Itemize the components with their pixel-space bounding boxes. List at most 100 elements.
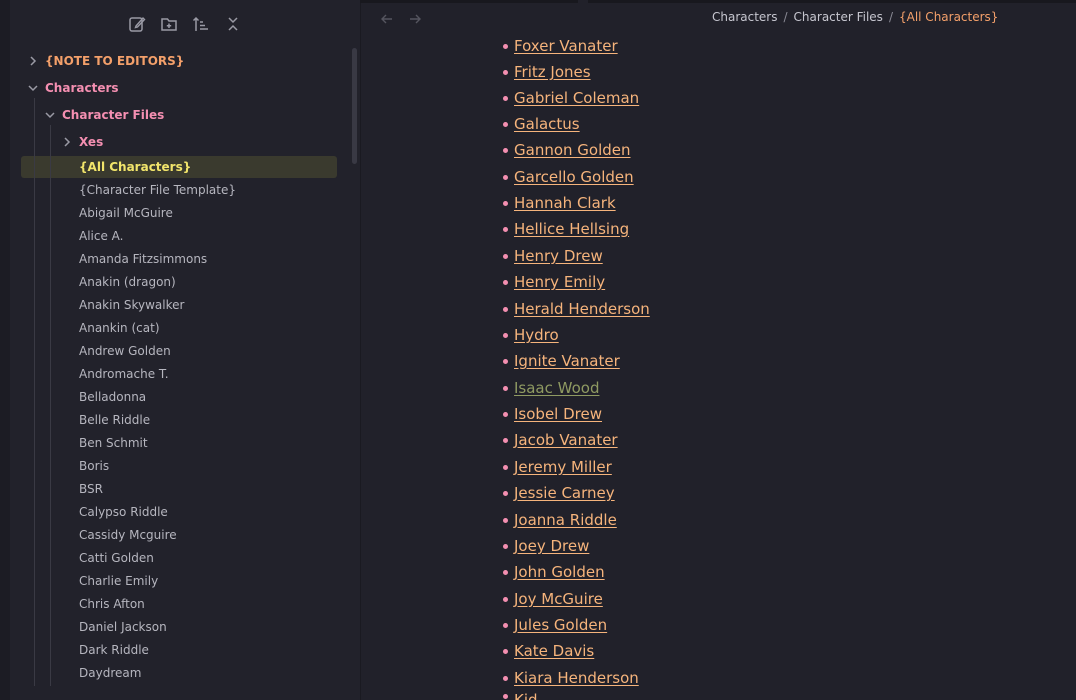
internal-link[interactable]: Henry Drew bbox=[514, 247, 603, 265]
new-note-button[interactable] bbox=[123, 10, 151, 38]
internal-link[interactable]: Fritz Jones bbox=[514, 63, 591, 81]
list-item: Jacob Vanater bbox=[500, 428, 800, 452]
list-item: Herald Henderson bbox=[500, 297, 800, 321]
internal-link[interactable]: Gabriel Coleman bbox=[514, 89, 639, 107]
internal-link[interactable]: Joey Drew bbox=[514, 537, 589, 555]
tree-file[interactable]: Abigail McGuire bbox=[79, 202, 173, 224]
tree-file[interactable]: BSR bbox=[79, 478, 103, 500]
tree-file[interactable]: Amanda Fitzsimmons bbox=[79, 248, 207, 270]
breadcrumb-separator: / bbox=[888, 10, 893, 24]
internal-link[interactable]: Jacob Vanater bbox=[514, 431, 618, 449]
bullet-dot bbox=[503, 622, 508, 628]
list-item: Henry Emily bbox=[500, 270, 800, 294]
internal-link[interactable]: Kate Davis bbox=[514, 642, 594, 660]
internal-link[interactable]: Herald Henderson bbox=[514, 300, 650, 318]
internal-link[interactable]: Jules Golden bbox=[514, 616, 607, 634]
bullet-dot bbox=[503, 121, 508, 127]
internal-link[interactable]: Gannon Golden bbox=[514, 141, 631, 159]
bullet-dot bbox=[503, 464, 508, 470]
tree-file[interactable]: Calypso Riddle bbox=[79, 501, 168, 523]
internal-link[interactable]: Joanna Riddle bbox=[514, 511, 617, 529]
chevron-down-icon[interactable] bbox=[44, 109, 56, 121]
bullet-dot bbox=[503, 332, 508, 338]
internal-link[interactable]: Jessie Carney bbox=[514, 484, 615, 502]
tree-file[interactable]: Daniel Jackson bbox=[79, 616, 167, 638]
tree-file[interactable]: Chris Afton bbox=[79, 593, 145, 615]
internal-link[interactable]: Joy McGuire bbox=[514, 590, 603, 608]
arrow-left-icon[interactable] bbox=[379, 11, 395, 27]
bullet-dot bbox=[503, 385, 508, 391]
tree-folder-xes[interactable]: Xes bbox=[79, 131, 103, 153]
chevron-right-icon[interactable] bbox=[27, 55, 39, 67]
tree-folder-characters[interactable]: Characters bbox=[45, 77, 119, 99]
bullet-dot bbox=[503, 411, 508, 417]
tree-file[interactable]: Catti Golden bbox=[79, 547, 154, 569]
bullet-dot bbox=[503, 95, 508, 101]
bullet-dot bbox=[503, 543, 508, 549]
tree-file[interactable]: Andromache T. bbox=[79, 363, 169, 385]
bullet-dot bbox=[503, 596, 508, 602]
internal-link[interactable]: John Golden bbox=[514, 563, 605, 581]
tree-file[interactable]: Charlie Emily bbox=[79, 570, 158, 592]
pane-divider[interactable] bbox=[360, 0, 361, 700]
tree-file[interactable]: Alice A. bbox=[79, 225, 123, 247]
list-item: Joanna Riddle bbox=[500, 508, 800, 532]
bullet-dot bbox=[503, 675, 508, 681]
bullet-dot bbox=[503, 648, 508, 654]
tree-file[interactable]: {Character File Template} bbox=[79, 179, 236, 201]
list-item: Ignite Vanater bbox=[500, 349, 800, 373]
explorer-toolbar bbox=[10, 10, 360, 38]
internal-link[interactable]: Henry Emily bbox=[514, 273, 605, 291]
tree-file[interactable]: Andrew Golden bbox=[79, 340, 171, 362]
bullet-dot bbox=[503, 569, 508, 575]
list-item: Foxer Vanater bbox=[500, 34, 800, 58]
internal-link[interactable]: Foxer Vanater bbox=[514, 37, 618, 55]
tree-folder-character-files[interactable]: Character Files bbox=[62, 104, 164, 126]
tree-folder-note-to-editors[interactable]: {NOTE TO EDITORS} bbox=[45, 50, 184, 72]
sort-button[interactable] bbox=[187, 10, 215, 38]
breadcrumb-item[interactable]: Character Files bbox=[794, 10, 883, 28]
internal-link[interactable]: Hellice Hellsing bbox=[514, 220, 629, 238]
tree-file[interactable]: Ben Schmit bbox=[79, 432, 148, 454]
tree-file[interactable]: Belle Riddle bbox=[79, 409, 150, 431]
tree-file[interactable]: Boris bbox=[79, 455, 109, 477]
tree-file[interactable]: Anakin (dragon) bbox=[79, 271, 176, 293]
bullet-dot bbox=[503, 200, 508, 206]
tree-file[interactable]: Anankin (cat) bbox=[79, 317, 160, 339]
internal-link[interactable]: Jeremy Miller bbox=[514, 458, 612, 476]
collapse-all-button[interactable] bbox=[219, 10, 247, 38]
bullet-dot bbox=[503, 306, 508, 312]
internal-link-visited[interactable]: Isaac Wood bbox=[514, 379, 599, 397]
bullet-dot bbox=[503, 517, 508, 523]
list-item: Isaac Wood bbox=[500, 376, 800, 400]
new-folder-button[interactable] bbox=[155, 10, 183, 38]
internal-link[interactable]: Galactus bbox=[514, 115, 580, 133]
internal-link[interactable]: Isobel Drew bbox=[514, 405, 602, 423]
arrow-right-icon[interactable] bbox=[407, 11, 423, 27]
bullet-dot bbox=[503, 226, 508, 232]
tree-file[interactable]: Belladonna bbox=[79, 386, 146, 408]
internal-link[interactable]: Kiara Henderson bbox=[514, 669, 639, 687]
breadcrumb-separator: / bbox=[783, 10, 788, 24]
tree-file[interactable]: Daydream bbox=[79, 662, 141, 684]
bullet-dot bbox=[503, 279, 508, 285]
internal-link[interactable]: Hannah Clark bbox=[514, 194, 616, 212]
bullet-dot bbox=[503, 358, 508, 364]
tree-file[interactable]: Dark Riddle bbox=[79, 639, 149, 661]
file-explorer-sidebar: {NOTE TO EDITORS} Characters Character F… bbox=[10, 0, 360, 700]
breadcrumb-current[interactable]: {All Characters} bbox=[899, 10, 998, 28]
breadcrumb-item[interactable]: Characters bbox=[712, 10, 778, 28]
internal-link[interactable]: Hydro bbox=[514, 326, 559, 344]
tree-file[interactable]: Anakin Skywalker bbox=[79, 294, 184, 316]
list-item: Fritz Jones bbox=[500, 60, 800, 84]
tree-file-all-characters[interactable]: {All Characters} bbox=[79, 156, 191, 178]
tree-guide-character-files bbox=[50, 125, 51, 686]
chevron-right-icon[interactable] bbox=[61, 136, 73, 148]
chevron-down-icon[interactable] bbox=[27, 82, 39, 94]
internal-link[interactable]: Ignite Vanater bbox=[514, 352, 620, 370]
tree-file[interactable]: Cassidy Mcguire bbox=[79, 524, 177, 546]
sidebar-scrollbar[interactable] bbox=[352, 48, 357, 164]
internal-link[interactable]: Kid bbox=[514, 688, 538, 700]
list-item: Galactus bbox=[500, 112, 800, 136]
internal-link[interactable]: Garcello Golden bbox=[514, 168, 634, 186]
